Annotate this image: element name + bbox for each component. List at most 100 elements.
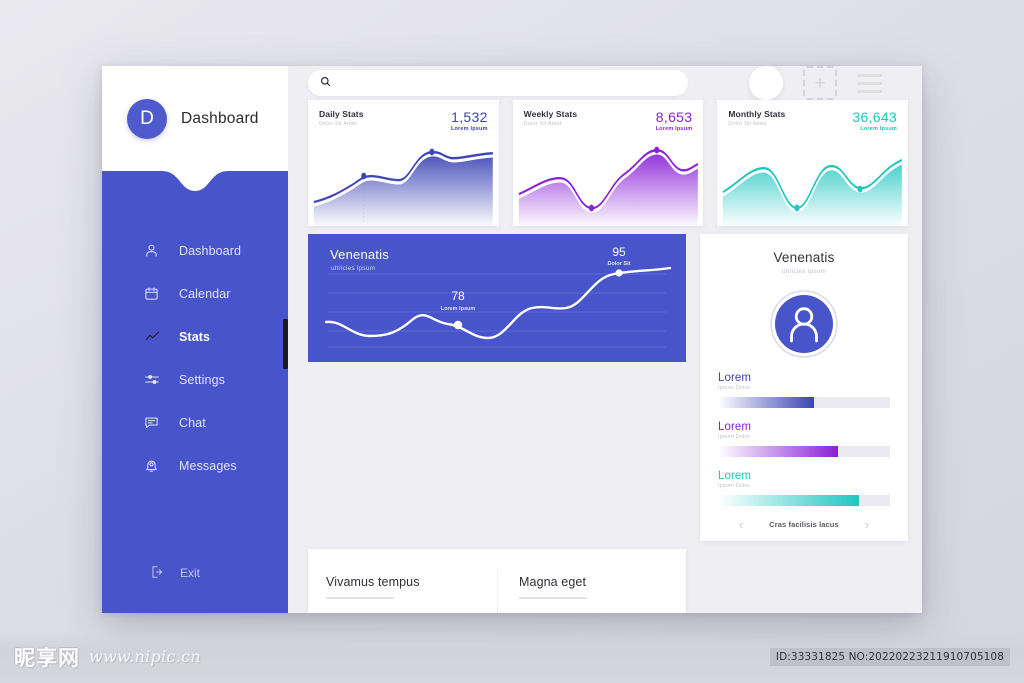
stat-card-title: Daily Stats — [319, 109, 364, 119]
article-2: Magna eget Phasellus commodo gravida ven… — [497, 575, 668, 613]
metric-2: Lorem Ipsum Dolor — [718, 421, 890, 457]
chevron-left-icon[interactable]: ‹ — [739, 518, 743, 531]
sidebar: D Dashboard Dashboard Calendar Stats Set… — [102, 66, 288, 613]
watermark-logo-group: 昵享网 www.nipic.cn — [14, 642, 201, 672]
exit-label: Exit — [180, 566, 201, 580]
stat-card-daily[interactable]: Daily Stats Dolor Sit Amet 1,532 Lorem I… — [308, 100, 499, 226]
add-tile-button[interactable]: + — [803, 66, 837, 100]
articles-card: Vivamus tempus Phasellus commodo gravida… — [308, 549, 686, 613]
exit-button[interactable]: Exit — [102, 553, 288, 593]
hamburger-menu-icon[interactable] — [857, 73, 882, 93]
metric-subtitle: Ipsum Dolor — [718, 483, 750, 489]
logout-icon — [150, 565, 164, 582]
stat-card-header: Weekly Stats Dolor Sit Amet 8,653 Lorem … — [513, 100, 704, 132]
stat-card-title: Weekly Stats — [523, 109, 578, 119]
pager-label: Cras facilisis lacus — [769, 520, 839, 529]
articles-divider — [497, 571, 498, 613]
sidebar-header: D Dashboard — [102, 66, 288, 171]
progress-track — [718, 397, 890, 408]
sidebar-item-label: Messages — [179, 458, 237, 473]
sidebar-item-label: Calendar — [179, 286, 231, 301]
title-rule — [519, 597, 587, 599]
data-point-a — [453, 320, 463, 330]
stat-card-monthly[interactable]: Monthly Stats Dolor Sit Amet 36,643 Lore… — [717, 100, 909, 226]
metric-name: Lorem — [718, 470, 752, 482]
articles-row: Vivamus tempus Phasellus commodo gravida… — [308, 549, 908, 613]
metric-name: Lorem — [718, 421, 752, 433]
bell-icon — [144, 458, 166, 473]
line-chart-icon — [144, 329, 166, 344]
chevron-right-icon[interactable]: › — [865, 518, 869, 531]
hero-chart-card[interactable]: Venenatis ultricies ipsum 78 Lorem Ipsum — [308, 234, 686, 362]
progress-fill — [718, 446, 839, 457]
progress-fill — [718, 397, 815, 408]
metric-subtitle: Ipsum Dolor — [718, 385, 750, 391]
stat-card-value: 1,532 — [451, 109, 488, 125]
sidebar-item-calendar[interactable]: Calendar — [102, 272, 288, 315]
stat-card-subtitle: Dolor Sit Amet — [728, 121, 767, 127]
stat-card-value-sub: Lorem Ipsum — [655, 126, 693, 132]
stat-card-weekly[interactable]: Weekly Stats Dolor Sit Amet 8,653 Lorem … — [512, 100, 704, 226]
data-point — [361, 172, 367, 180]
stats-row: Daily Stats Dolor Sit Amet 1,532 Lorem I… — [308, 100, 909, 226]
avatar[interactable] — [749, 66, 783, 100]
profile-subtitle: ultricies ipsum — [781, 268, 827, 275]
sidebar-item-dashboard[interactable]: Dashboard — [102, 229, 288, 272]
hero-point-b-value: 95 — [612, 245, 626, 259]
metric-3: Lorem Ipsum Dolor — [718, 470, 890, 506]
sidebar-item-label: Dashboard — [179, 243, 242, 258]
profile-card: Venenatis ultricies ipsum Lorem Ipsum Do… — [700, 234, 908, 541]
article-1: Vivamus tempus Phasellus commodo gravida… — [326, 575, 497, 613]
search-box[interactable] — [308, 70, 688, 96]
main-content: + Daily Stats Dolor Sit Amet 1,532 Lorem… — [288, 66, 922, 613]
article-title: Magna eget — [519, 575, 587, 589]
data-point-b — [615, 269, 623, 277]
sidebar-notch-decoration — [102, 171, 288, 193]
data-point — [588, 204, 594, 212]
stat-card-chart-daily — [308, 134, 499, 226]
hero-point-a-value: 78 — [451, 289, 465, 303]
app-window: D Dashboard Dashboard Calendar Stats Set… — [102, 66, 922, 613]
sidebar-item-settings[interactable]: Settings — [102, 358, 288, 401]
search-icon — [320, 74, 331, 92]
stat-card-chart-weekly — [513, 134, 704, 226]
sidebar-item-chat[interactable]: Chat — [102, 401, 288, 444]
stat-card-subtitle: Dolor Sit Amet — [523, 121, 562, 127]
stat-card-value: 36,643 — [852, 109, 898, 125]
person-avatar-icon — [770, 290, 838, 358]
middle-row: Venenatis ultricies ipsum 78 Lorem Ipsum — [308, 234, 908, 541]
data-point — [794, 204, 800, 212]
stat-card-value: 8,653 — [655, 109, 693, 125]
chat-bubble-icon — [144, 415, 166, 430]
profile-pager: ‹ Cras facilisis lacus › — [718, 506, 890, 531]
hero-chart-svg: 78 Lorem Ipsum 95 Dolor Sit — [324, 245, 672, 348]
data-point — [857, 185, 863, 193]
progress-fill — [718, 495, 860, 506]
watermark-id-text: ID:33331825 NO:20220223211910705108 — [769, 647, 1010, 666]
watermark-logo-cn: 昵享网 — [14, 645, 80, 670]
plus-icon: + — [814, 72, 826, 94]
progress-track — [718, 495, 890, 506]
sidebar-item-label: Chat — [179, 415, 206, 430]
sidebar-item-stats[interactable]: Stats — [102, 315, 288, 358]
progress-track — [718, 446, 890, 457]
metric-subtitle: Ipsum Dolor — [718, 434, 750, 440]
stat-card-header: Monthly Stats Dolor Sit Amet 36,643 Lore… — [717, 100, 908, 132]
metric-1: Lorem Ipsum Dolor — [718, 372, 890, 408]
stat-card-chart-monthly — [717, 134, 908, 226]
user-icon — [144, 243, 166, 258]
topbar: + — [308, 66, 908, 100]
stat-card-header: Daily Stats Dolor Sit Amet 1,532 Lorem I… — [308, 100, 499, 132]
article-title: Vivamus tempus — [326, 575, 420, 589]
sidebar-nav: Dashboard Calendar Stats Settings Chat M… — [102, 229, 288, 553]
sidebar-scrollbar[interactable] — [283, 319, 288, 369]
sidebar-item-messages[interactable]: Messages — [102, 444, 288, 487]
stat-card-value-sub: Lorem Ipsum — [860, 126, 898, 132]
search-input[interactable] — [339, 77, 676, 89]
hero-point-b-label: Dolor Sit — [608, 261, 631, 267]
stat-card-title: Monthly Stats — [728, 109, 786, 119]
calendar-icon — [144, 286, 166, 301]
watermark-url: www.nipic.cn — [89, 647, 201, 666]
stat-card-subtitle: Dolor Sit Amet — [319, 121, 357, 127]
logo-text: Dashboard — [181, 109, 259, 127]
